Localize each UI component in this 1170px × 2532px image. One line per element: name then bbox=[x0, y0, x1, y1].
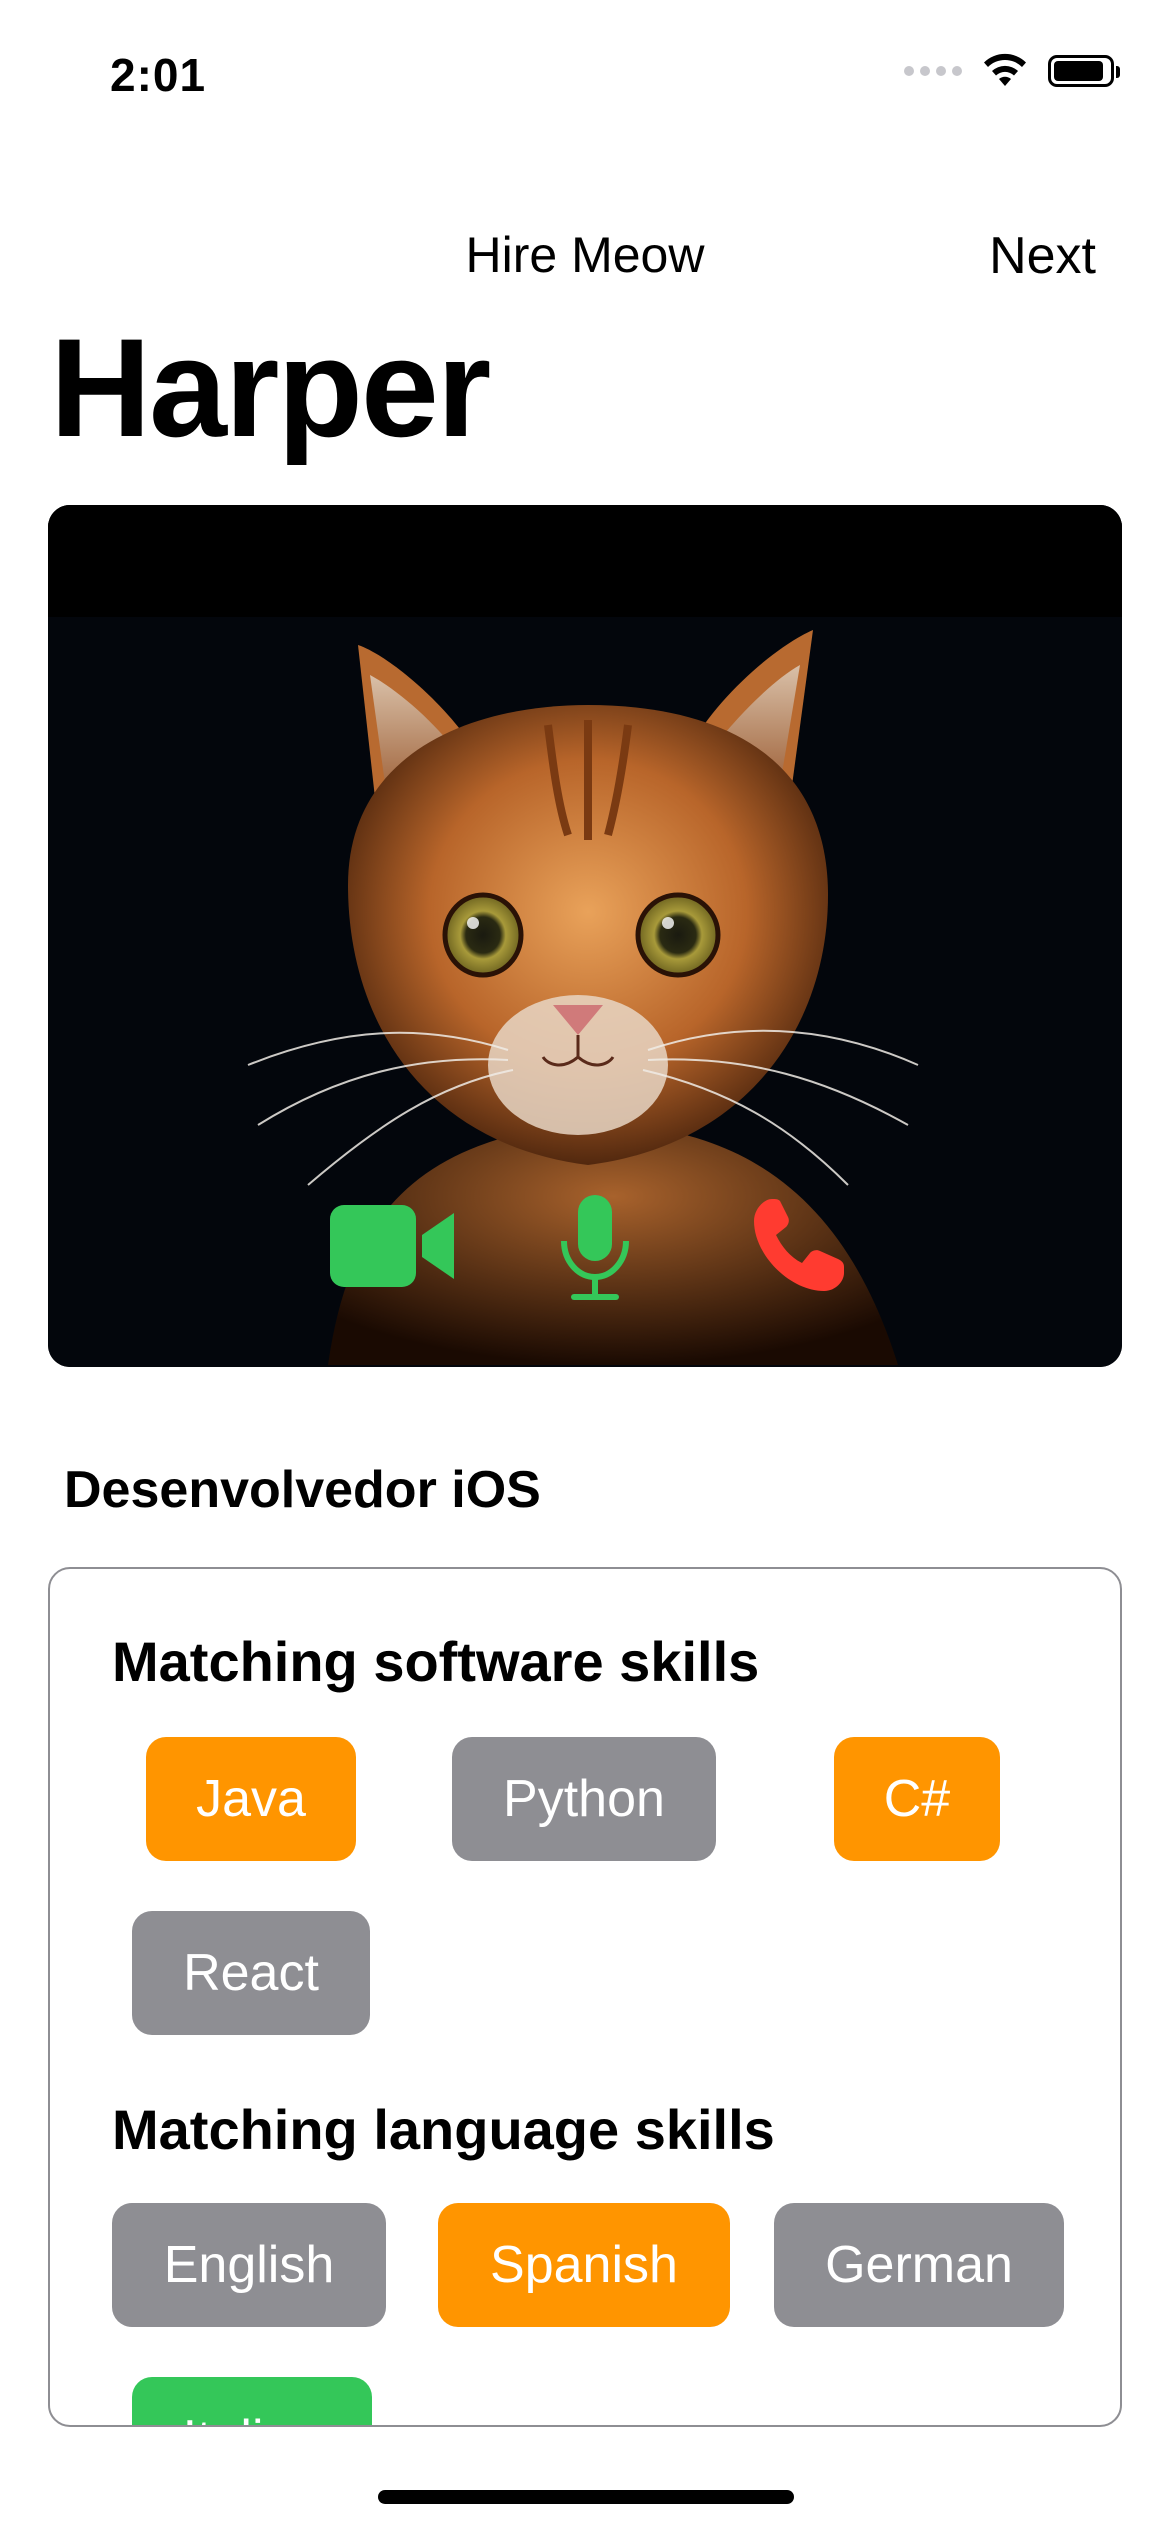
language-chip-english[interactable]: English bbox=[112, 2203, 386, 2327]
cellular-signal-icon bbox=[904, 66, 962, 76]
skill-chip-react[interactable]: React bbox=[132, 1911, 370, 2035]
wifi-icon bbox=[984, 53, 1026, 86]
language-chip-german[interactable]: German bbox=[774, 2203, 1064, 2327]
phone-icon[interactable] bbox=[750, 1195, 846, 1295]
candidate-name: Harper bbox=[50, 309, 491, 466]
language-chip-spanish[interactable]: Spanish bbox=[438, 2203, 730, 2327]
status-time: 2:01 bbox=[110, 49, 207, 101]
battery-icon bbox=[1048, 55, 1120, 87]
skill-chip-java[interactable]: Java bbox=[146, 1737, 356, 1861]
microphone-icon[interactable] bbox=[558, 1195, 632, 1305]
skill-chip-python[interactable]: Python bbox=[452, 1737, 716, 1861]
language-skills-heading: Matching language skills bbox=[112, 2098, 775, 2161]
home-indicator[interactable] bbox=[378, 2490, 794, 2504]
video-call-view bbox=[48, 505, 1122, 1367]
call-controls bbox=[48, 1195, 1122, 1315]
job-title: Desenvolvedor iOS bbox=[64, 1461, 541, 1519]
next-button[interactable]: Next bbox=[989, 226, 1096, 286]
video-camera-icon[interactable] bbox=[330, 1205, 456, 1287]
status-bar: 2:01 bbox=[0, 0, 1170, 140]
skills-card: Matching software skills Java Python C# … bbox=[48, 1567, 1122, 2427]
skill-chip-csharp[interactable]: C# bbox=[834, 1737, 1000, 1861]
software-skills-heading: Matching software skills bbox=[112, 1630, 760, 1693]
status-indicators bbox=[904, 52, 1120, 90]
language-chip-italian[interactable]: Italian bbox=[132, 2377, 372, 2425]
navigation-bar: Hire Meow Next bbox=[0, 210, 1170, 300]
